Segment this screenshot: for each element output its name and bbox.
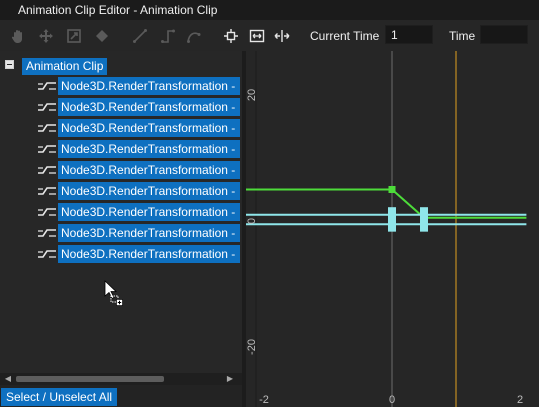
track-curve-icon — [38, 103, 56, 111]
time-label: Time — [449, 29, 476, 43]
scroll-right-arrow-icon[interactable]: ▶ — [224, 374, 236, 384]
y-tick-label: 20 — [246, 89, 258, 101]
track-curve-icon — [38, 145, 56, 153]
scale-icon[interactable] — [64, 26, 84, 46]
tree-item[interactable]: Node3D.RenderTransformation - — [38, 140, 240, 159]
frame-selection-icon[interactable] — [221, 26, 241, 46]
tree-item-label: Node3D.RenderTransformation - — [58, 119, 240, 137]
track-curve-icon — [38, 124, 56, 132]
mouse-cursor-icon — [104, 280, 123, 306]
keyframe-0-0 — [388, 186, 396, 193]
collapse-toggle[interactable] — [5, 60, 14, 69]
move-icon[interactable] — [36, 26, 56, 46]
tree-item-label: Node3D.RenderTransformation - — [58, 98, 240, 116]
fit-all-icon[interactable] — [247, 26, 267, 46]
tree-item-label: Node3D.RenderTransformation - — [58, 224, 240, 242]
current-time-label: Current Time — [310, 29, 380, 43]
y-tick-label: -20 — [246, 339, 258, 355]
x-tick-label: 2 — [517, 394, 523, 406]
scrollbar-thumb[interactable] — [16, 376, 164, 382]
tree-item-label: Node3D.RenderTransformation - — [58, 182, 240, 200]
tree-item[interactable]: Node3D.RenderTransformation - — [38, 98, 240, 117]
tree-item[interactable]: Node3D.RenderTransformation - — [38, 203, 240, 222]
tree-item[interactable]: Node3D.RenderTransformation - — [38, 182, 240, 201]
x-tick-label: -2 — [259, 394, 269, 406]
tree-item[interactable]: Node3D.RenderTransformation - — [38, 161, 240, 180]
keyframe-2-1 — [420, 216, 428, 232]
linear-tangent-icon[interactable] — [130, 26, 150, 46]
smooth-tangent-icon[interactable] — [184, 26, 204, 46]
tree-item-label: Node3D.RenderTransformation - — [58, 203, 240, 221]
tree-horizontal-scrollbar[interactable]: ◀ ▶ — [0, 373, 242, 385]
keyframe-2-0 — [388, 216, 396, 232]
current-time-input[interactable] — [385, 25, 433, 44]
tree-item[interactable]: Node3D.RenderTransformation - — [38, 77, 240, 96]
y-tick-label: 0 — [246, 218, 258, 224]
footer: Select / Unselect All — [0, 386, 242, 407]
curve-canvas[interactable]: -2 0 2200-20 — [246, 51, 539, 407]
tree-item[interactable]: Node3D.RenderTransformation - — [38, 245, 240, 264]
keyframe-diamond-icon[interactable] — [92, 26, 112, 46]
curve-series-0 — [246, 188, 527, 219]
time-input[interactable] — [480, 25, 528, 44]
track-curve-icon — [38, 166, 56, 174]
scroll-left-arrow-icon[interactable]: ◀ — [2, 374, 14, 384]
tree-item[interactable]: Node3D.RenderTransformation - — [38, 224, 240, 243]
step-tangent-icon[interactable] — [158, 26, 178, 46]
track-curve-icon — [38, 208, 56, 216]
toolbar: Current Time Time — [0, 20, 539, 51]
tree-item-label: Node3D.RenderTransformation - — [58, 77, 240, 95]
tree-item-label: Node3D.RenderTransformation - — [58, 245, 240, 263]
tree-root-animation-clip[interactable]: Animation Clip — [22, 58, 108, 75]
track-curve-icon — [38, 82, 56, 90]
select-unselect-all-button[interactable]: Select / Unselect All — [1, 388, 118, 406]
track-curve-icon — [38, 187, 56, 195]
hand-pan-icon[interactable] — [8, 26, 28, 46]
curve-editor[interactable]: -2 0 2 20 0 -20 — [246, 51, 539, 407]
track-curve-icon — [38, 229, 56, 237]
tree-item[interactable]: Node3D.RenderTransformation - — [38, 119, 240, 138]
window-title: Animation Clip Editor - Animation Clip — [18, 3, 218, 17]
track-curve-icon — [38, 250, 56, 258]
tree-item-label: Node3D.RenderTransformation - — [58, 161, 240, 179]
track-tree: Animation Clip Node3D.RenderTransformati… — [0, 51, 242, 373]
tree-item-label: Node3D.RenderTransformation - — [58, 140, 240, 158]
x-tick-label: 0 — [389, 394, 395, 406]
title-bar: Animation Clip Editor - Animation Clip — [0, 0, 539, 20]
fit-horizontal-icon[interactable] — [272, 26, 292, 46]
